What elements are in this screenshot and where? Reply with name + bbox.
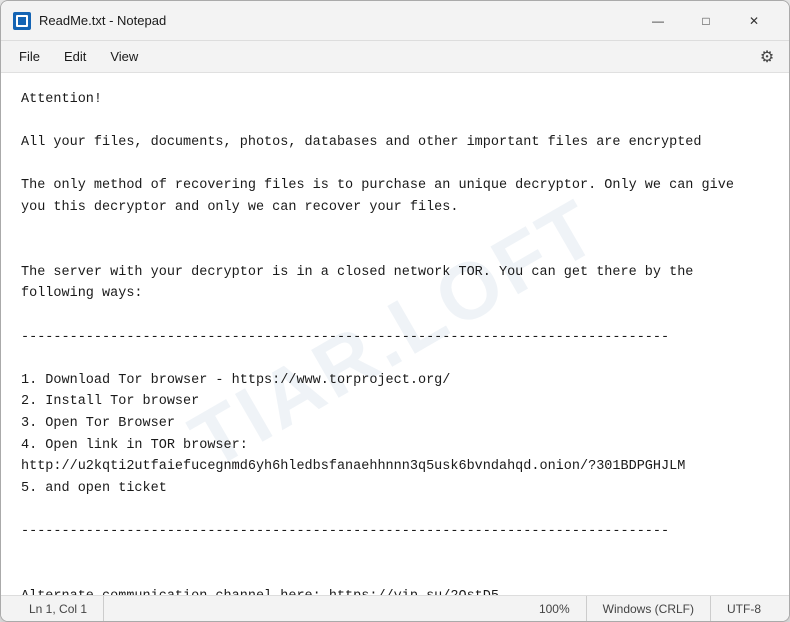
- window-title: ReadMe.txt - Notepad: [39, 13, 635, 28]
- app-icon: [13, 12, 31, 30]
- window-controls: — □ ✕: [635, 5, 777, 37]
- menu-view[interactable]: View: [100, 45, 148, 68]
- minimize-button[interactable]: —: [635, 5, 681, 37]
- maximize-button[interactable]: □: [683, 5, 729, 37]
- editor-area: TIAR.LOFT Attention! All your files, doc…: [1, 73, 789, 595]
- title-bar: ReadMe.txt - Notepad — □ ✕: [1, 1, 789, 41]
- line-ending: Windows (CRLF): [587, 596, 711, 621]
- cursor-position: Ln 1, Col 1: [13, 596, 104, 621]
- encoding: UTF-8: [711, 596, 777, 621]
- menu-edit[interactable]: Edit: [54, 45, 96, 68]
- status-bar: Ln 1, Col 1 100% Windows (CRLF) UTF-8: [1, 595, 789, 621]
- notepad-window: ReadMe.txt - Notepad — □ ✕ File Edit Vie…: [0, 0, 790, 622]
- zoom-level: 100%: [523, 596, 587, 621]
- close-button[interactable]: ✕: [731, 5, 777, 37]
- menu-file[interactable]: File: [9, 45, 50, 68]
- settings-icon[interactable]: ⚙: [753, 43, 781, 71]
- text-content[interactable]: Attention! All your files, documents, ph…: [1, 73, 789, 595]
- menu-bar: File Edit View ⚙: [1, 41, 789, 73]
